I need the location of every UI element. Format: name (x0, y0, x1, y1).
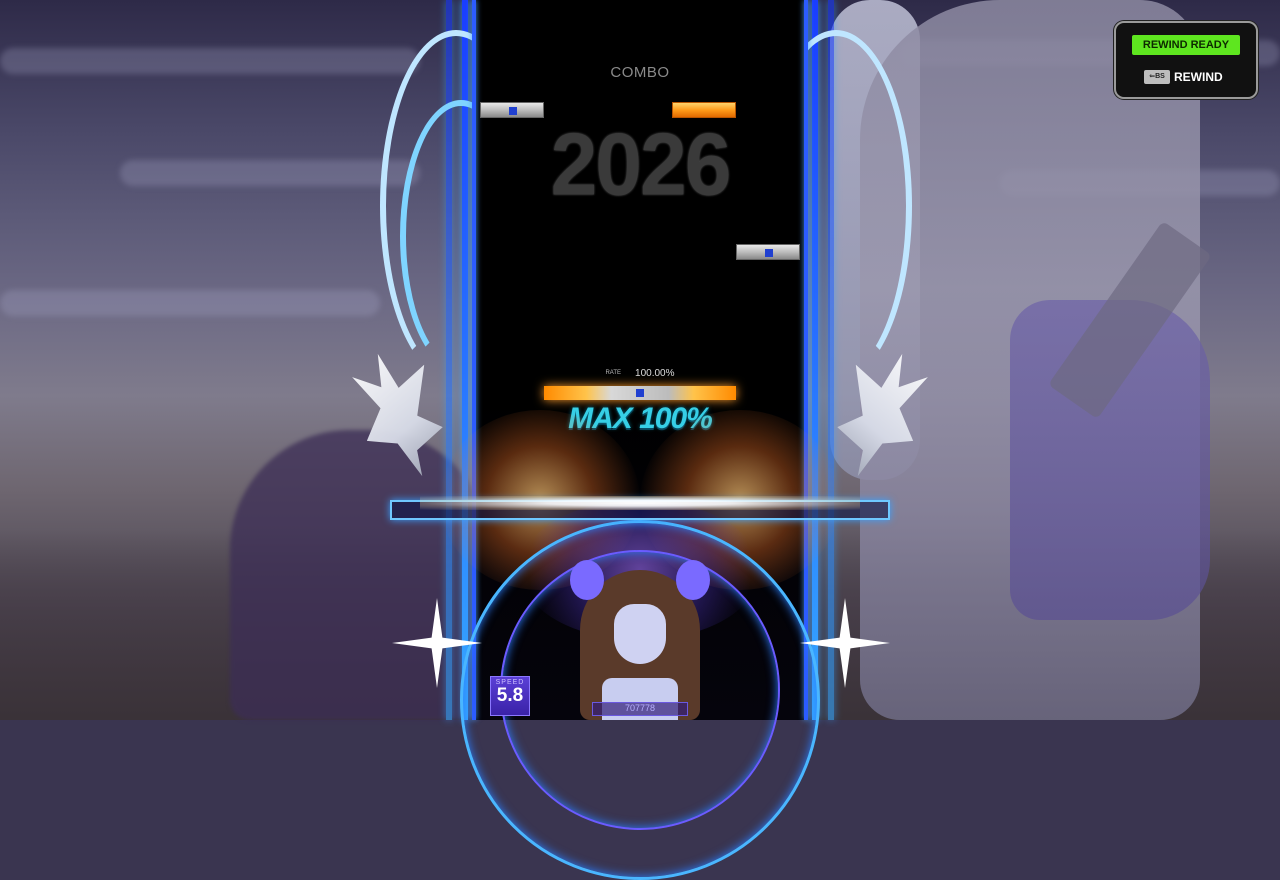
backspace-key-icon: ⇐BS (1144, 69, 1170, 84)
cloud (0, 290, 380, 316)
combo-counter: 2026 (550, 114, 732, 214)
combo-label: COMBO (610, 64, 670, 81)
rewind-panel: REWIND READY ⇐BS REWIND (1114, 21, 1258, 99)
character-face (614, 604, 666, 664)
note-white (480, 102, 544, 118)
rate-label: RATE (605, 370, 622, 377)
note-white (736, 244, 800, 260)
rewind-ready-badge: REWIND READY (1132, 35, 1240, 55)
horn-icon (676, 560, 710, 600)
rate-value: 100.00% (635, 368, 675, 379)
judgement-line (544, 386, 736, 400)
rate-display: RATE 100.00% (472, 368, 808, 379)
horn-icon (570, 560, 604, 600)
score-display: 707778 (592, 702, 688, 716)
cloud (0, 48, 420, 74)
note-orange (672, 102, 736, 118)
speed-indicator: SPEED 5.8 (490, 676, 530, 716)
light-flare (420, 496, 860, 510)
rewind-button[interactable]: ⇐BS REWIND (1144, 68, 1223, 84)
speed-value: 5.8 (496, 685, 524, 706)
rewind-label: REWIND (1174, 69, 1223, 84)
navigator-character (570, 560, 710, 720)
